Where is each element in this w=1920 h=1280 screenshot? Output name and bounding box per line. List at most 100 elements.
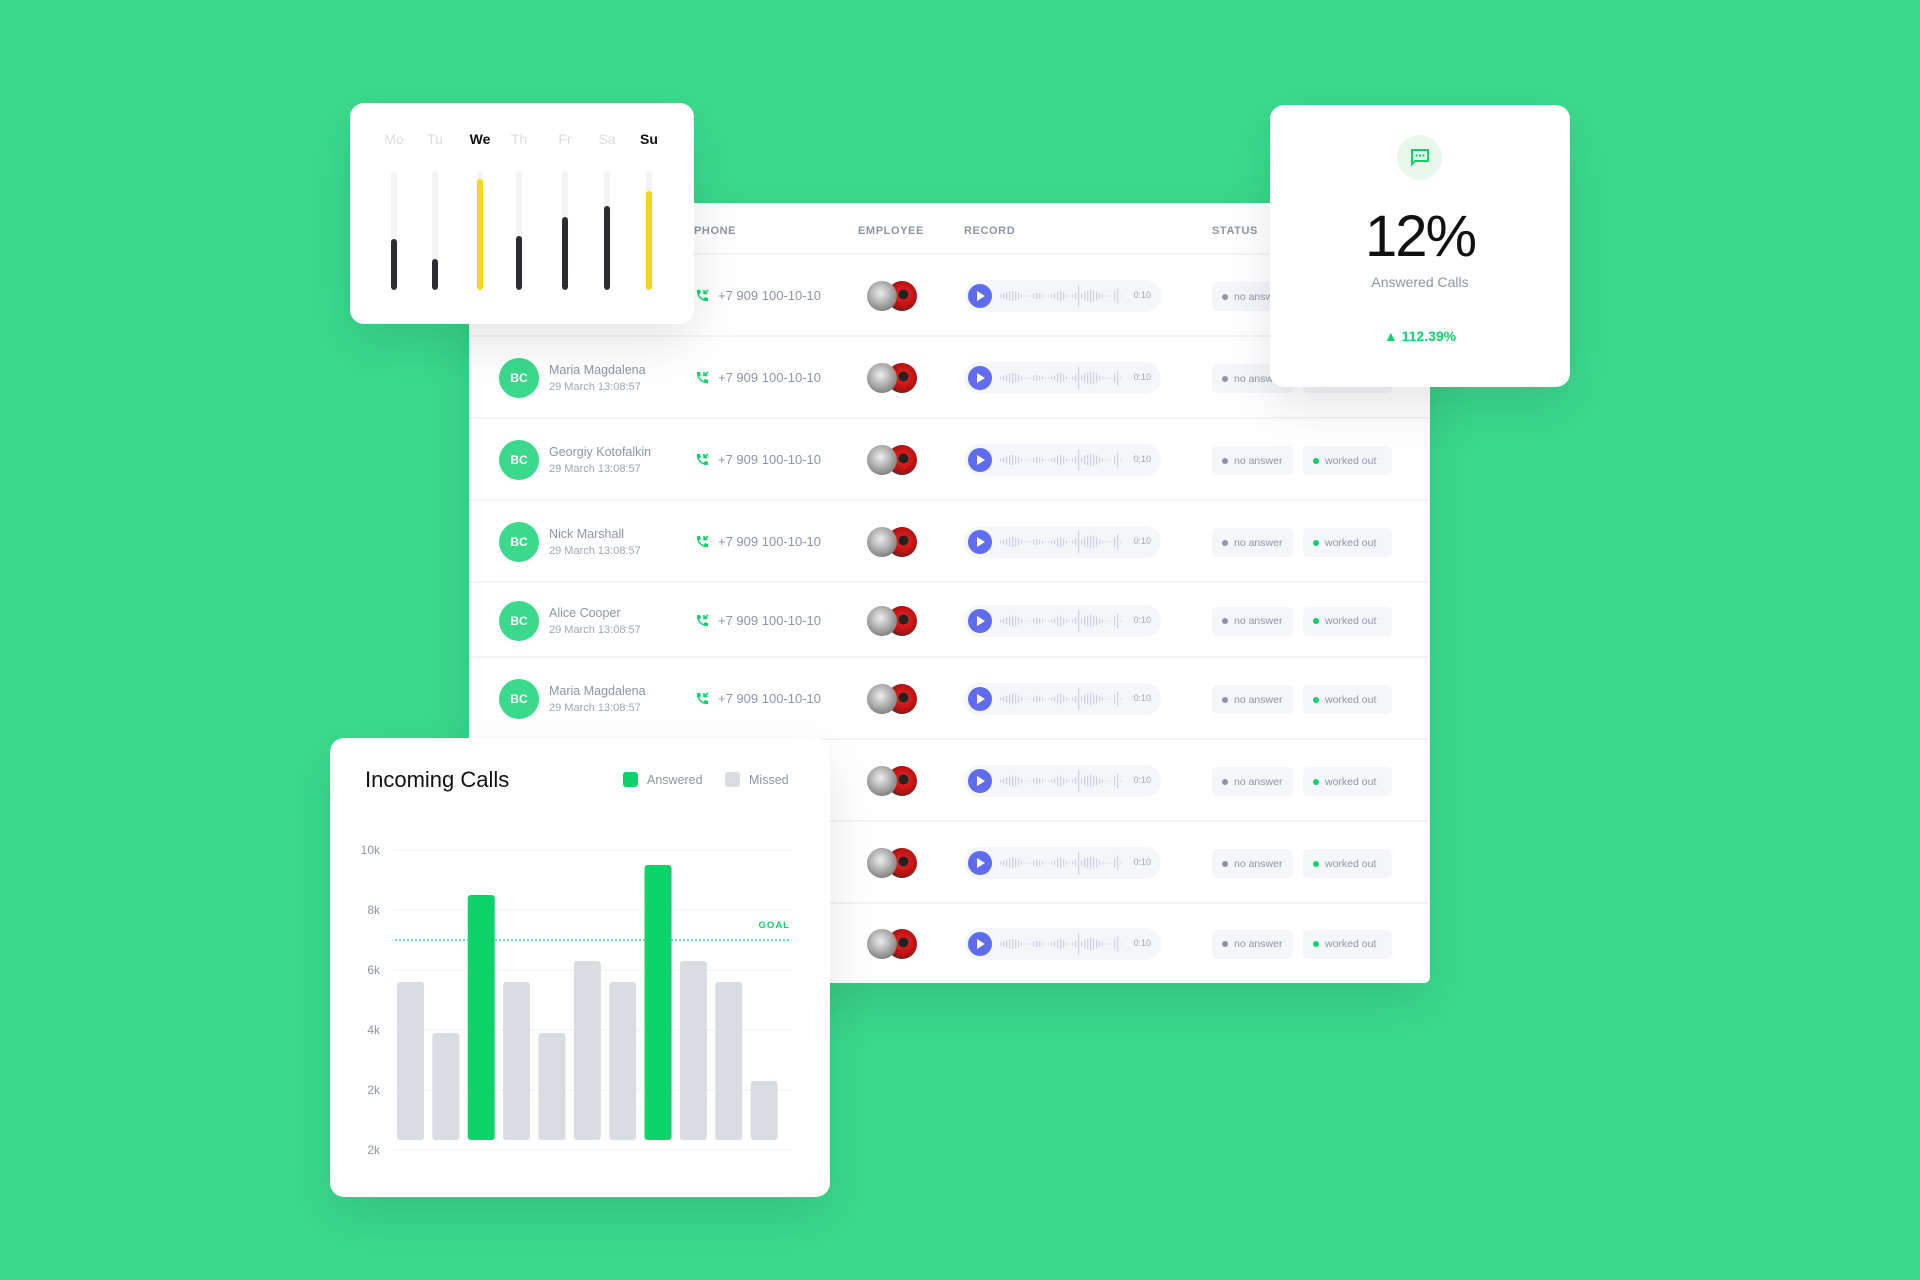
- table-row[interactable]: BC Alice Cooper 29 March 13:08:57 +7 909…: [469, 583, 1430, 658]
- waveform-bar: [1090, 289, 1092, 303]
- waveform-bar: [1033, 539, 1035, 545]
- waveform-bar: [1078, 688, 1080, 710]
- play-icon[interactable]: [968, 687, 992, 711]
- play-icon[interactable]: [968, 366, 992, 390]
- waveform-bar: [1102, 294, 1104, 298]
- contact-name[interactable]: Maria Magdalena: [549, 363, 646, 377]
- table-row[interactable]: BC Nick Marshall 29 March 13:08:57 +7 90…: [469, 501, 1430, 583]
- waveform-bar: [1066, 540, 1068, 544]
- waveform-bar: [1099, 293, 1101, 299]
- contact-name[interactable]: Nick Marshall: [549, 527, 624, 541]
- waveform-bar: [1015, 858, 1017, 868]
- status-badge-no-answer[interactable]: no answer: [1212, 929, 1293, 959]
- waveform-bar: [1036, 538, 1038, 546]
- waveform[interactable]: [998, 851, 1128, 875]
- waveform-bar: [1120, 377, 1122, 379]
- play-icon[interactable]: [968, 931, 992, 956]
- employee-avatars: [867, 848, 917, 878]
- waveform-bar: [1054, 941, 1056, 946]
- waveform-bar: [1096, 455, 1098, 465]
- status-dot: [1313, 618, 1319, 624]
- waveform[interactable]: [998, 932, 1128, 956]
- waveform-bar: [1000, 458, 1002, 462]
- play-icon[interactable]: [968, 284, 992, 308]
- status-badge-worked-out[interactable]: worked out: [1303, 849, 1392, 878]
- contact-name[interactable]: Maria Magdalena: [549, 684, 646, 698]
- waveform-bar: [1030, 459, 1032, 461]
- day-label-sa[interactable]: Sa: [598, 131, 615, 147]
- waveform-bar: [1009, 858, 1011, 868]
- waveform-bar: [1018, 695, 1020, 703]
- waveform-bar: [1027, 620, 1029, 621]
- call-recording-player: 0:10: [964, 765, 1161, 797]
- answered-percentage: 12%: [1364, 204, 1477, 269]
- waveform-bar: [1045, 780, 1047, 782]
- status-badge-no-answer[interactable]: no answer: [1212, 606, 1293, 636]
- waveform[interactable]: [998, 530, 1128, 554]
- status-badge-no-answer[interactable]: no answer: [1212, 528, 1293, 557]
- waveform-bar: [1087, 290, 1089, 302]
- play-icon[interactable]: [968, 769, 992, 793]
- waveform[interactable]: [998, 687, 1128, 711]
- table-row[interactable]: BC Maria Magdalena 29 March 13:08:57 +7 …: [469, 658, 1430, 740]
- waveform-bar: [1018, 617, 1020, 624]
- contact-avatar: BC: [499, 679, 539, 719]
- incoming-call-icon: [696, 535, 709, 548]
- waveform-bar: [1084, 858, 1086, 868]
- status-badge-worked-out[interactable]: worked out: [1303, 929, 1392, 959]
- employee-avatars: [867, 684, 917, 714]
- status-badge-no-answer[interactable]: no answer: [1212, 685, 1293, 714]
- record-duration: 0:10: [1133, 937, 1151, 948]
- play-icon[interactable]: [968, 448, 992, 472]
- waveform-bar: [1027, 295, 1029, 297]
- record-duration: 0:10: [1133, 372, 1151, 382]
- employee-avatars: [867, 527, 917, 557]
- day-label-fr[interactable]: Fr: [558, 131, 571, 147]
- day-label-tu[interactable]: Tu: [427, 131, 443, 147]
- waveform-bar: [1003, 778, 1005, 784]
- day-label-mo[interactable]: Mo: [384, 131, 403, 147]
- call-recording-player: 0:10: [964, 847, 1161, 879]
- waveform-bar: [1105, 541, 1107, 543]
- waveform[interactable]: [998, 448, 1128, 472]
- waveform-bar: [1027, 862, 1029, 864]
- waveform-bar: [1084, 537, 1086, 547]
- status-badge-no-answer[interactable]: no answer: [1212, 767, 1293, 796]
- status-badge-worked-out[interactable]: worked out: [1303, 767, 1392, 796]
- waveform-bar: [1075, 695, 1077, 703]
- waveform-bar: [1039, 375, 1041, 381]
- waveform-bar: [1081, 293, 1083, 299]
- day-label-th[interactable]: Th: [511, 131, 527, 147]
- status-badge-worked-out[interactable]: worked out: [1303, 528, 1392, 557]
- waveform[interactable]: [998, 769, 1128, 793]
- waveform-bar: [1066, 697, 1068, 701]
- play-icon[interactable]: [968, 608, 992, 633]
- waveform-bar: [1042, 619, 1044, 622]
- waveform[interactable]: [998, 609, 1128, 633]
- status-badge-worked-out[interactable]: worked out: [1303, 446, 1392, 475]
- play-icon[interactable]: [968, 851, 992, 875]
- table-row[interactable]: BC Georgiy Kotofalkin 29 March 13:08:57 …: [469, 419, 1430, 501]
- status-badge-worked-out[interactable]: worked out: [1303, 685, 1392, 714]
- day-label-we[interactable]: We: [470, 131, 491, 147]
- waveform-bar: [1108, 780, 1110, 782]
- status-badge-no-answer[interactable]: no answer: [1212, 446, 1293, 475]
- day-label-su[interactable]: Su: [640, 131, 658, 147]
- waveform-bar: [1006, 538, 1008, 546]
- waveform-bar: [1060, 615, 1062, 626]
- waveform-bar: [1093, 857, 1095, 869]
- waveform-bar: [1054, 293, 1056, 299]
- bar-missed: [432, 1033, 460, 1140]
- waveform[interactable]: [998, 366, 1128, 390]
- waveform-bar: [1030, 698, 1032, 700]
- waveform-bar: [1087, 615, 1089, 626]
- waveform-bar: [1090, 371, 1092, 385]
- waveform[interactable]: [998, 284, 1128, 308]
- status-badge-worked-out[interactable]: worked out: [1303, 606, 1392, 636]
- play-icon[interactable]: [968, 530, 992, 554]
- status-badge-no-answer[interactable]: no answer: [1212, 849, 1293, 878]
- trend-up-icon: ▲: [1383, 328, 1402, 344]
- contact-name[interactable]: Alice Cooper: [549, 606, 621, 620]
- contact-name[interactable]: Georgiy Kotofalkin: [549, 445, 651, 459]
- waveform-bar: [1105, 698, 1107, 700]
